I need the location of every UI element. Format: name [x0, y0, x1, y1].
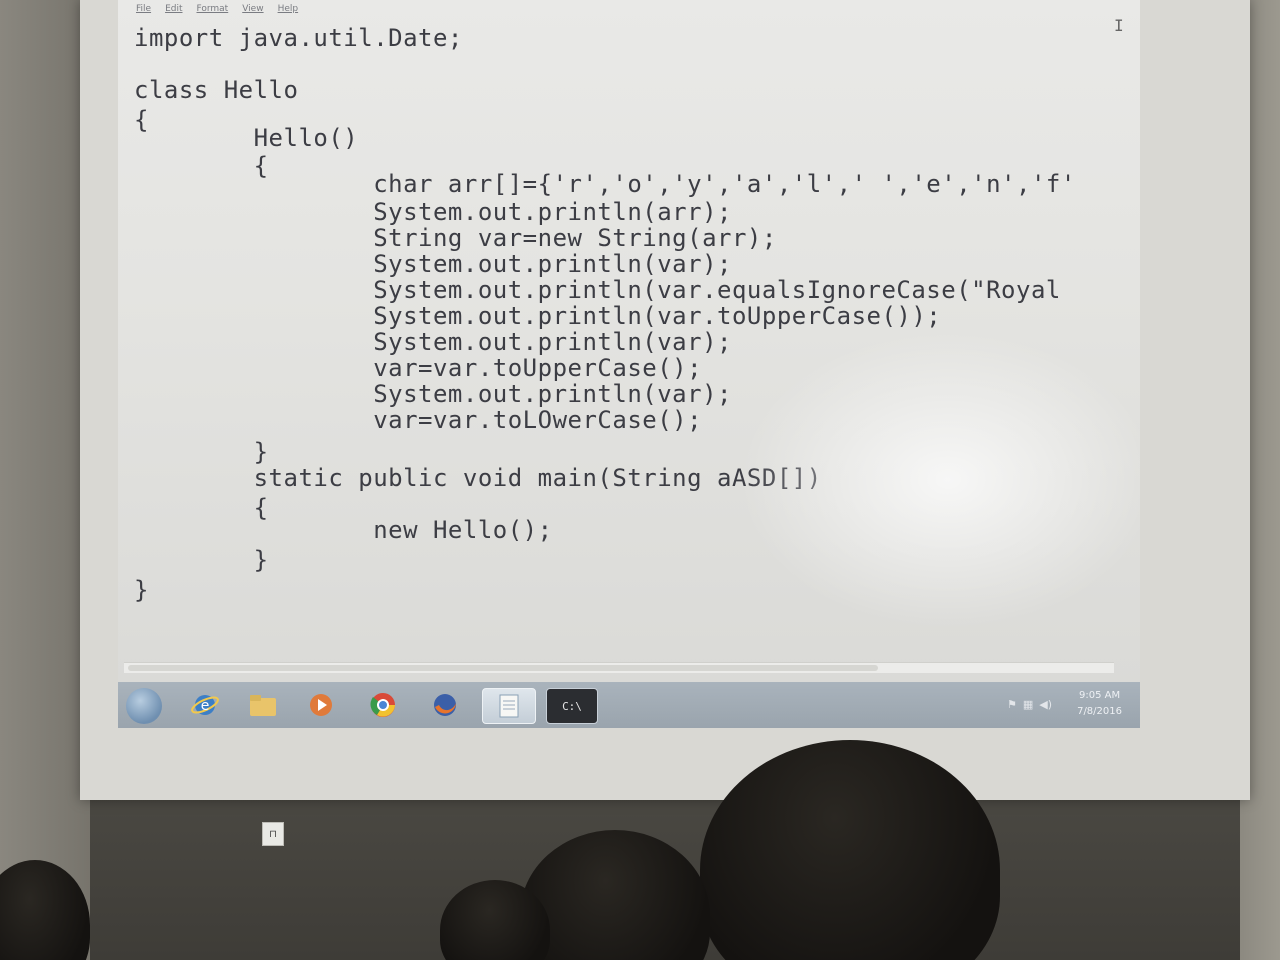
menu-format[interactable]: Format [197, 4, 229, 20]
svg-text:e: e [201, 698, 210, 714]
code-editor[interactable]: import java.util.Date; class Hello { Hel… [134, 24, 1124, 644]
menu-file[interactable]: File [136, 4, 151, 20]
flag-icon[interactable]: ⚑ [1007, 698, 1017, 711]
code-line: } [134, 576, 149, 604]
taskbar-clock[interactable]: 9:05 AM 7/8/2016 [1077, 688, 1122, 720]
classroom-scene: File Edit Format View Help I import java… [0, 0, 1280, 960]
internet-explorer-icon[interactable]: e [188, 688, 222, 722]
code-line: System.out.println(var); [134, 328, 732, 356]
left-wall [0, 0, 90, 960]
code-line: } [134, 546, 269, 574]
code-line: class Hello [134, 76, 299, 104]
media-player-icon[interactable] [304, 688, 338, 722]
network-icon[interactable]: ▦ [1023, 698, 1033, 711]
code-line: System.out.println(var.equalsIgnoreCase(… [134, 276, 1061, 304]
code-line: System.out.println(var); [134, 250, 732, 278]
scrollbar-thumb[interactable] [128, 665, 878, 671]
system-tray: ⚑ ▦ ◀) [1007, 698, 1052, 711]
volume-icon[interactable]: ◀) [1039, 698, 1052, 711]
code-line: System.out.println(var.toUpperCase()); [134, 302, 942, 330]
chrome-icon[interactable] [366, 688, 400, 722]
code-line: static public void main(String aASD[]) [134, 464, 822, 492]
clock-time: 9:05 AM [1078, 690, 1121, 701]
code-line: var=var.toUpperCase(); [134, 354, 703, 382]
command-prompt-icon[interactable]: C:\ [546, 688, 598, 724]
notepad-menubar: File Edit Format View Help [136, 4, 298, 20]
code-line: import java.util.Date; [134, 24, 463, 52]
menu-edit[interactable]: Edit [165, 4, 182, 20]
code-line: new Hello(); [134, 516, 553, 544]
code-line: var=var.toLOwerCase(); [134, 406, 703, 434]
projected-desktop: File Edit Format View Help I import java… [118, 0, 1140, 728]
code-line: System.out.println(var); [134, 380, 732, 408]
horizontal-scrollbar[interactable] [124, 662, 1114, 673]
menu-help[interactable]: Help [278, 4, 299, 20]
folder-icon[interactable] [246, 688, 280, 722]
code-line: System.out.println(arr); [134, 198, 732, 226]
windows-taskbar: e C:\ ⚑ ▦ ◀) 9:05 AM 7/8/2016 [118, 682, 1140, 728]
clock-date: 7/8/2016 [1077, 706, 1122, 717]
code-line: String var=new String(arr); [134, 224, 777, 252]
code-line: char arr[]={'r','o','y','a','l',' ','e',… [134, 170, 1076, 198]
windows-orb-icon[interactable] [126, 688, 162, 724]
firefox-icon[interactable] [428, 688, 462, 722]
menu-view[interactable]: View [242, 4, 263, 20]
code-line: Hello() [134, 124, 359, 152]
code-line: } [134, 438, 269, 466]
power-outlet-icon: ⊓ [262, 822, 284, 846]
notepad-icon[interactable] [482, 688, 536, 724]
